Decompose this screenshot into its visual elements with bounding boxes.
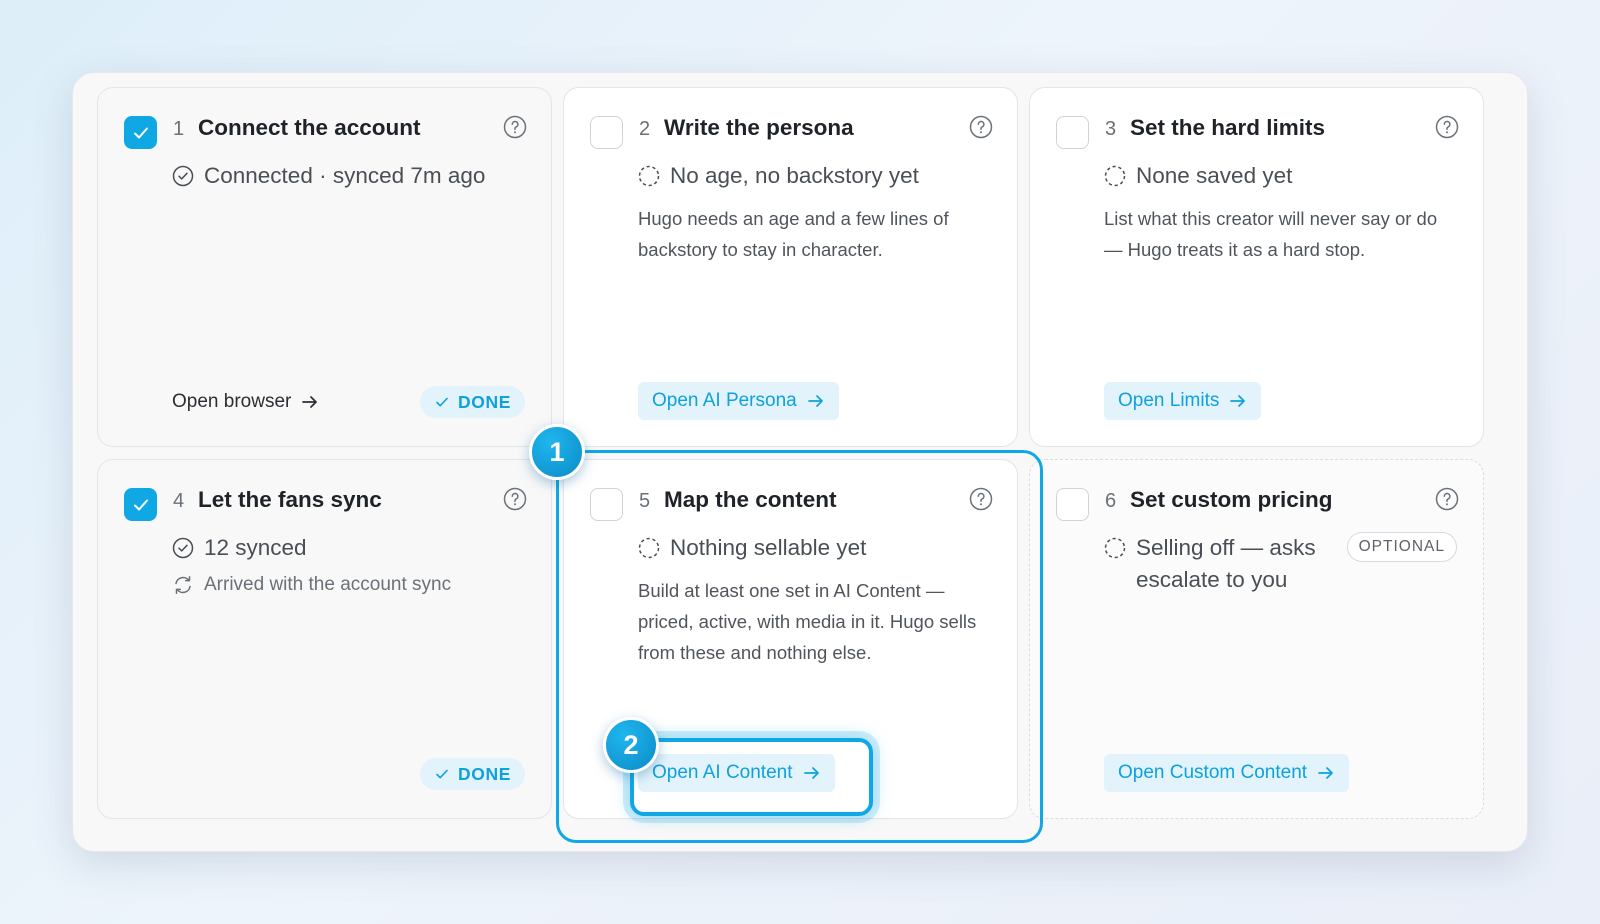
check-circle-icon xyxy=(172,165,194,187)
step-card-hard-limits: 3 Set the hard limits None saved yet Lis… xyxy=(1029,87,1484,447)
step-status: Connected · synced 7m ago xyxy=(172,160,485,192)
status-text: No age, no backstory yet xyxy=(670,163,919,188)
step-status: No age, no backstory yet xyxy=(638,160,919,192)
help-icon[interactable] xyxy=(503,115,527,139)
open-limits-button[interactable]: Open Limits xyxy=(1104,382,1262,420)
step-marker-2: 2 xyxy=(603,717,659,773)
step-number: 5 xyxy=(639,490,651,512)
step-title: Let the fans sync xyxy=(198,487,382,512)
step-status: Nothing sellable yet xyxy=(638,532,866,564)
step-description: Hugo needs an age and a few lines of bac… xyxy=(638,208,949,260)
subnote-text: Arrived with the account sync xyxy=(204,574,452,595)
open-browser-link[interactable]: Open browser xyxy=(172,384,319,420)
step-title: Map the content xyxy=(664,487,837,512)
status-text: 12 synced xyxy=(204,535,307,560)
dashed-circle-icon xyxy=(1104,165,1126,187)
help-icon[interactable] xyxy=(969,115,993,139)
step-number: 6 xyxy=(1105,490,1117,512)
dashed-circle-icon xyxy=(638,165,660,187)
step-number: 2 xyxy=(639,118,651,140)
step-description: List what this creator will never say or… xyxy=(1104,208,1438,260)
check-icon xyxy=(133,127,148,138)
button-label: Open Limits xyxy=(1118,390,1220,411)
step-card-write-persona: 2 Write the persona No age, no backstory… xyxy=(563,87,1018,447)
check-icon xyxy=(436,397,448,407)
status-text: Selling off — asks escalate to you xyxy=(1136,535,1316,592)
status-text: Connected · synced 7m ago xyxy=(204,163,486,188)
step-title: Set the hard limits xyxy=(1130,115,1326,140)
step-status: None saved yet xyxy=(1104,160,1292,192)
help-icon[interactable] xyxy=(969,487,993,511)
step-number: 4 xyxy=(173,490,185,512)
step-number: 1 xyxy=(173,118,185,140)
help-icon[interactable] xyxy=(503,487,527,511)
step-title: Set custom pricing xyxy=(1130,487,1333,512)
status-text: None saved yet xyxy=(1136,163,1293,188)
check-icon xyxy=(436,769,448,779)
step-checkbox[interactable] xyxy=(124,488,157,521)
step-checkbox[interactable] xyxy=(1056,488,1089,521)
step-card-connect-account: 1 Connect the account Connected · synced… xyxy=(97,87,552,447)
arrow-right-icon xyxy=(302,396,318,408)
open-custom-content-button[interactable]: Open Custom Content xyxy=(1104,754,1350,792)
step-checkbox[interactable] xyxy=(1056,116,1089,149)
badge-label: DONE xyxy=(458,763,511,784)
step-description: Build at least one set in AI Content — p… xyxy=(638,580,977,663)
check-circle-icon xyxy=(172,537,194,559)
optional-tag: OPTIONAL xyxy=(1346,532,1457,562)
arrow-right-icon xyxy=(803,767,819,779)
dashed-circle-icon xyxy=(1104,537,1126,559)
step-checkbox[interactable] xyxy=(590,116,623,149)
step-card-custom-pricing: 6 Set custom pricing Selling off — asks … xyxy=(1029,459,1484,819)
dashed-circle-icon xyxy=(638,537,660,559)
step-subnote: Arrived with the account sync xyxy=(172,574,451,596)
link-label: Open browser xyxy=(172,391,292,412)
arrow-right-icon xyxy=(807,395,823,407)
step-checkbox[interactable] xyxy=(124,116,157,149)
help-icon[interactable] xyxy=(1435,115,1459,139)
sync-icon xyxy=(175,576,191,594)
step-checkbox[interactable] xyxy=(590,488,623,521)
step-status: Selling off — asks escalate to you xyxy=(1104,532,1324,596)
button-label: Open AI Persona xyxy=(652,390,797,411)
step-title: Connect the account xyxy=(198,115,421,140)
arrow-right-icon xyxy=(1318,767,1333,779)
step-status: 12 synced xyxy=(172,532,307,564)
open-ai-content-button[interactable]: Open AI Content xyxy=(638,754,835,792)
step-number: 3 xyxy=(1105,118,1117,140)
onboarding-checklist: 1 Connect the account Connected · synced… xyxy=(72,72,1528,852)
button-label: Open AI Content xyxy=(652,762,793,783)
step-card-fans-sync: 4 Let the fans sync 12 synced Arrived wi… xyxy=(97,459,552,819)
open-ai-persona-button[interactable]: Open AI Persona xyxy=(638,382,839,420)
step-marker-1: 1 xyxy=(529,424,585,480)
button-label: Open Custom Content xyxy=(1118,762,1308,783)
done-badge: DONE xyxy=(420,386,525,418)
help-icon[interactable] xyxy=(1435,487,1459,511)
status-text: Nothing sellable yet xyxy=(670,535,867,560)
done-badge: DONE xyxy=(420,758,525,790)
step-title: Write the persona xyxy=(664,115,854,140)
badge-label: DONE xyxy=(458,391,511,412)
arrow-right-icon xyxy=(1230,395,1246,407)
check-icon xyxy=(133,499,148,510)
